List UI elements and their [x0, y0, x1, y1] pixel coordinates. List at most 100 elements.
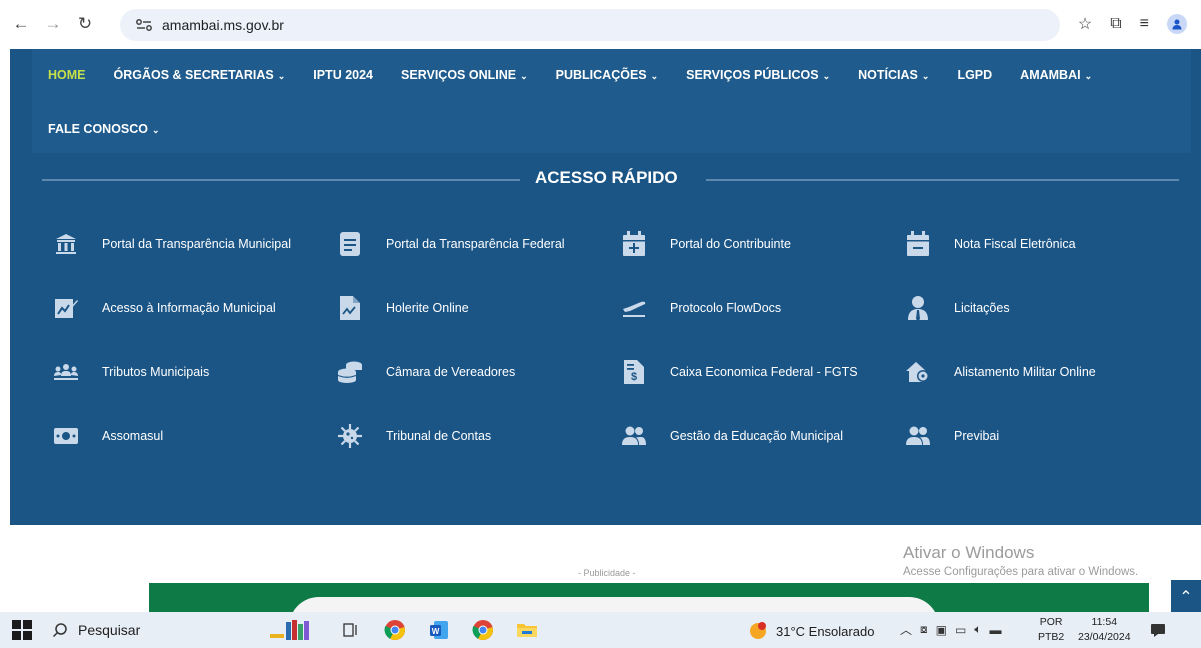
- quick-link-1[interactable]: Portal da Transparência Municipal: [52, 229, 322, 259]
- back-icon[interactable]: ←: [10, 13, 32, 35]
- coins-icon: [336, 358, 364, 386]
- user-group-icon: [904, 422, 932, 450]
- chart-edit-icon: [52, 294, 80, 322]
- weather-widget[interactable]: 31°C Ensolarado: [748, 621, 874, 641]
- chevron-down-icon: ⌄: [1084, 71, 1093, 81]
- address-bar[interactable]: amambai.ms.gov.br: [120, 9, 1060, 41]
- quick-link-label: Protocolo FlowDocs: [670, 301, 782, 315]
- quick-link-11[interactable]: $ Caixa Economica Federal - FGTS: [620, 357, 890, 387]
- menu-item-label: IPTU 2024: [313, 68, 374, 82]
- chevron-down-icon: ⌄: [822, 71, 831, 81]
- menu-item-label: FALE CONOSCO: [48, 122, 149, 136]
- chevron-down-icon: ⌄: [520, 71, 528, 81]
- site-settings-icon[interactable]: [134, 17, 154, 33]
- chevron-down-icon: ⌄: [277, 71, 286, 81]
- quick-link-9[interactable]: Tributos Municipais: [52, 357, 322, 387]
- network-icon[interactable]: ▭: [955, 623, 966, 637]
- menu-item-rg-os-secretarias[interactable]: ÓRGÃOS & SECRETARIAS ⌄: [114, 68, 286, 82]
- search-label: Pesquisar: [78, 622, 141, 638]
- volume-icon[interactable]: 🔈︎: [974, 622, 981, 637]
- quick-link-15[interactable]: Gestão da Educação Municipal: [620, 421, 890, 451]
- quick-link-6[interactable]: Holerite Online: [336, 293, 606, 323]
- site-content: HOME ÓRGÃOS & SECRETARIAS ⌄ IPTU 2024 SERVIÇ…: [10, 49, 1201, 525]
- media-queue-icon[interactable]: ≡: [1140, 15, 1149, 33]
- word-app-icon[interactable]: W: [426, 617, 452, 643]
- tray-app-icon[interactable]: ⧇: [920, 622, 928, 637]
- menu-item-label: HOME: [48, 68, 86, 82]
- menu-item-not-cias[interactable]: NOTÍCIAS ⌄: [858, 68, 929, 82]
- clock-date: 23/04/2024: [1078, 631, 1131, 643]
- search-icon: [52, 623, 67, 638]
- menu-item-label: PUBLICAÇÕES: [555, 68, 647, 82]
- menu-item-publica-es[interactable]: PUBLICAÇÕES ⌄: [556, 68, 659, 82]
- divider-left: [42, 179, 520, 181]
- menu-item-servi-os-online[interactable]: SERVIÇOS ONLINE ⌄: [401, 68, 528, 82]
- clock[interactable]: 11:54 23/04/2024: [1078, 615, 1131, 645]
- chrome-app-icon-2[interactable]: [470, 617, 496, 643]
- menu-row-1: HOME ÓRGÃOS & SECRETARIAS ⌄ IPTU 2024 SERVIÇ…: [48, 68, 1120, 82]
- person-icon: [1172, 19, 1182, 30]
- quick-link-7[interactable]: Protocolo FlowDocs: [620, 293, 890, 323]
- menu-item-iptu-2024[interactable]: IPTU 2024: [313, 68, 373, 82]
- file-dollar-icon: $: [620, 358, 648, 386]
- battery-icon[interactable]: ▬: [990, 623, 1002, 637]
- file-explorer-icon[interactable]: [514, 617, 540, 643]
- quick-access-title: ACESSO RÁPIDO: [535, 168, 678, 187]
- quick-link-label: Licitações: [954, 301, 1010, 315]
- windows-start-icon[interactable]: [12, 620, 32, 640]
- quick-link-2[interactable]: Portal da Transparência Federal: [336, 229, 606, 259]
- menu-item-amambai[interactable]: AMAMBAI ⌄: [1020, 68, 1092, 82]
- quick-link-label: Acesso à Informação Municipal: [102, 301, 276, 315]
- menu-item-servi-os-p-blicos[interactable]: SERVIÇOS PÚBLICOS ⌄: [686, 68, 830, 82]
- quick-link-label: Nota Fiscal Eletrônica: [954, 237, 1076, 251]
- activation-title: Ativar o Windows: [903, 543, 1035, 562]
- taskbar-search[interactable]: Pesquisar: [52, 616, 262, 644]
- chrome-app-icon[interactable]: [382, 617, 408, 643]
- scroll-top-button[interactable]: ⌃: [1171, 580, 1201, 613]
- ad-banner[interactable]: [149, 583, 1149, 627]
- extensions-icon[interactable]: ⧉: [1110, 15, 1121, 33]
- forward-icon[interactable]: →: [42, 13, 64, 35]
- chevron-up-icon[interactable]: ︿: [900, 621, 912, 638]
- books-app-icon[interactable]: [270, 617, 320, 643]
- bank-icon: [52, 230, 80, 258]
- notification-icon[interactable]: [1150, 622, 1166, 638]
- menu-item-label: SERVIÇOS ONLINE: [401, 68, 517, 82]
- quick-link-10[interactable]: Câmara de Vereadores: [336, 357, 606, 387]
- quick-link-label: Câmara de Vereadores: [386, 365, 516, 379]
- task-view-icon[interactable]: [338, 617, 364, 643]
- windows-taskbar: Pesquisar W 31°C Ensolarado ︿ ⧇ ▣ ▭ 🔈︎ ▬: [0, 612, 1201, 648]
- clock-time: 11:54: [1091, 616, 1118, 628]
- quick-link-5[interactable]: Acesso à Informação Municipal: [52, 293, 322, 323]
- menu-item-label: LGPD: [957, 68, 993, 82]
- quick-link-label: Portal do Contribuinte: [670, 237, 791, 251]
- profile-avatar[interactable]: [1167, 14, 1187, 34]
- system-tray: ︿ ⧇ ▣ ▭ 🔈︎ ▬: [900, 621, 1002, 638]
- language-indicator[interactable]: POR PTB2: [1038, 615, 1064, 645]
- reload-icon[interactable]: ↻: [74, 13, 96, 35]
- quick-link-label: Alistamento Militar Online: [954, 365, 1096, 379]
- menu-item-lgpd[interactable]: LGPD: [957, 68, 992, 82]
- quick-link-14[interactable]: Tribunal de Contas: [336, 421, 606, 451]
- menu-item-fale-conosco[interactable]: FALE CONOSCO ⌄: [48, 122, 160, 136]
- star-icon[interactable]: ☆: [1078, 14, 1092, 34]
- quick-link-4[interactable]: Nota Fiscal Eletrônica: [904, 229, 1174, 259]
- menu-item-label: NOTÍCIAS: [858, 68, 918, 82]
- menu-item-label: ÓRGÃOS & SECRETARIAS: [113, 68, 274, 82]
- chevron-down-icon: ⌄: [921, 71, 930, 81]
- user-group-icon: [620, 422, 648, 450]
- menu-item-home[interactable]: HOME: [48, 68, 86, 82]
- ad-label: - Publicidade -: [578, 568, 636, 578]
- quick-link-13[interactable]: Assomasul: [52, 421, 322, 451]
- quick-link-12[interactable]: Alistamento Militar Online: [904, 357, 1174, 387]
- money-bill-icon: [52, 422, 80, 450]
- home-settings-icon: [904, 358, 932, 386]
- menu-item-label: AMAMBAI: [1020, 68, 1081, 82]
- quick-link-16[interactable]: Previbai: [904, 421, 1174, 451]
- quick-link-8[interactable]: Licitações: [904, 293, 1174, 323]
- quick-link-label: Previbai: [954, 429, 1000, 443]
- url-text[interactable]: amambai.ms.gov.br: [162, 17, 284, 33]
- calendar-plus-icon: [620, 230, 648, 258]
- tray-app-icon-2[interactable]: ▣: [936, 623, 947, 637]
- quick-link-3[interactable]: Portal do Contribuinte: [620, 229, 890, 259]
